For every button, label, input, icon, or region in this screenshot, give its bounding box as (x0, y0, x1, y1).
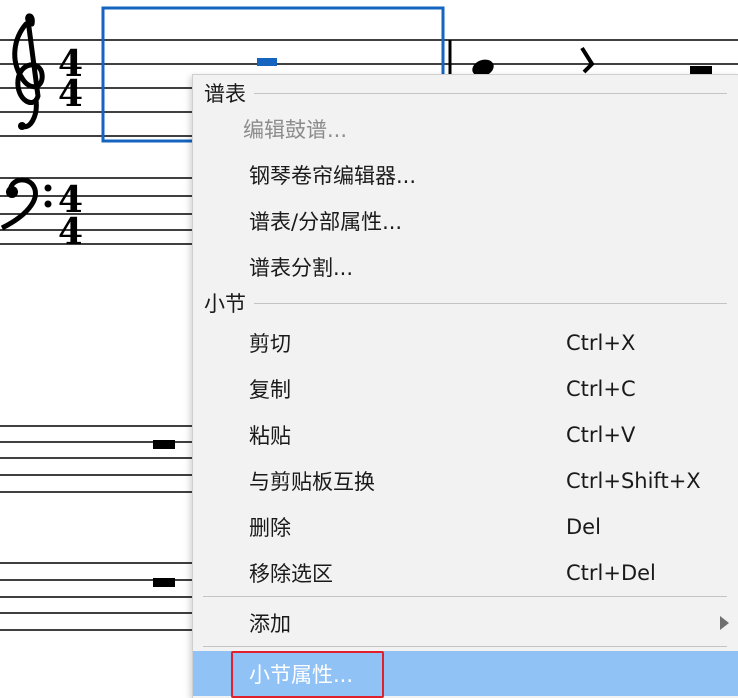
treble-clef-icon (12, 13, 45, 130)
whole-rest (153, 440, 175, 449)
lower-staff-1 (0, 425, 192, 493)
bass-clef-icon (0, 177, 52, 231)
menu-item-piano-roll-editor[interactable]: 钢琴卷帘编辑器... (193, 155, 738, 195)
menu-item-delete[interactable]: 删除 Del (193, 507, 738, 547)
menu-item-paste[interactable]: 粘贴 Ctrl+V (193, 415, 738, 455)
menu-item-measure-properties[interactable]: 小节属性... (193, 651, 738, 698)
menu-item-label: 删除 (249, 516, 291, 540)
section-title: 小节 (204, 292, 246, 316)
whole-rest (153, 578, 175, 587)
menu-item-copy[interactable]: 复制 Ctrl+C (193, 369, 738, 409)
context-menu: 谱表 编辑鼓谱... 钢琴卷帘编辑器... 谱表/分部属性... 谱表分割...… (192, 74, 738, 698)
section-divider (254, 92, 727, 94)
treble-time-signature: 4 4 (58, 43, 83, 115)
quarter-rest-icon (580, 46, 595, 74)
svg-text:4: 4 (58, 211, 83, 253)
menu-item-label: 谱表分割... (249, 256, 354, 280)
lower-staff-2 (0, 562, 192, 631)
menu-item-label: 谱表/分部属性... (249, 210, 403, 234)
submenu-arrow-icon (720, 616, 729, 630)
menu-separator (203, 646, 727, 647)
bass-time-signature: 4 4 (58, 179, 83, 253)
section-header-staff: 谱表 (193, 77, 738, 109)
menu-item-shortcut: Ctrl+C (566, 377, 636, 401)
menu-item-shortcut: Del (566, 515, 601, 539)
menu-item-cut[interactable]: 剪切 Ctrl+X (193, 323, 738, 363)
menu-item-label: 钢琴卷帘编辑器... (249, 164, 417, 188)
menu-item-shortcut: Ctrl+Del (566, 561, 656, 585)
section-header-measure: 小节 (193, 287, 738, 319)
menu-item-edit-drum-map: 编辑鼓谱... (193, 109, 738, 149)
menu-item-shortcut: Ctrl+X (566, 331, 636, 355)
menu-item-remove-selection[interactable]: 移除选区 Ctrl+Del (193, 553, 738, 593)
selected-rest (257, 58, 277, 66)
menu-item-shortcut: Ctrl+Shift+X (566, 469, 701, 493)
menu-item-label: 移除选区 (249, 562, 333, 586)
section-title: 谱表 (204, 82, 246, 106)
svg-text:4: 4 (58, 73, 83, 115)
menu-item-staff-part-properties[interactable]: 谱表/分部属性... (193, 201, 738, 241)
menu-item-label: 与剪贴板互换 (249, 470, 375, 494)
menu-item-label: 剪切 (249, 332, 291, 356)
menu-item-label: 粘贴 (249, 424, 291, 448)
menu-item-add[interactable]: 添加 (193, 603, 738, 643)
menu-item-label: 复制 (249, 378, 291, 402)
menu-item-label: 添加 (249, 612, 291, 636)
section-divider (254, 302, 727, 304)
menu-item-label: 编辑鼓谱... (243, 118, 348, 142)
menu-separator (203, 596, 727, 597)
menu-item-split-staff[interactable]: 谱表分割... (193, 247, 738, 287)
menu-item-swap-with-clipboard[interactable]: 与剪贴板互换 Ctrl+Shift+X (193, 461, 738, 501)
annotation-highlight-box (231, 651, 384, 698)
menu-item-shortcut: Ctrl+V (566, 423, 636, 447)
